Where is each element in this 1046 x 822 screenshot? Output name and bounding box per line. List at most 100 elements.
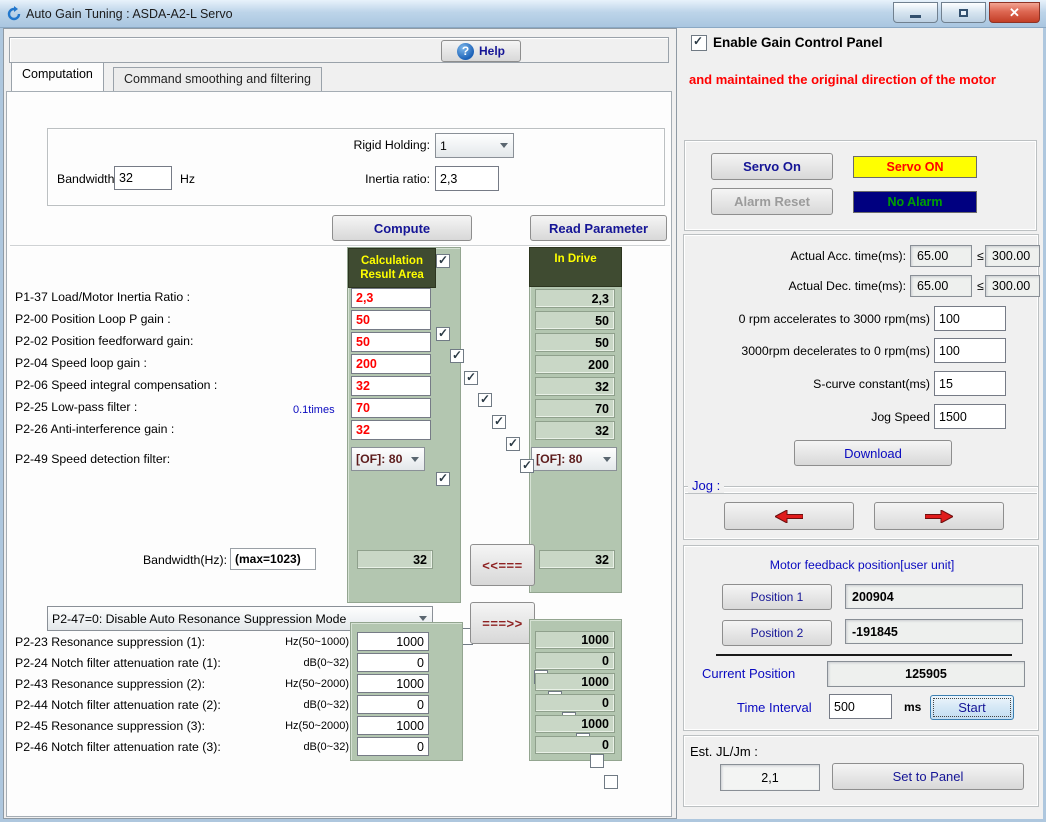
param-calc-input[interactable] [351, 420, 431, 440]
jog-left-button[interactable] [724, 502, 854, 530]
resonance-calc-input[interactable] [357, 653, 429, 672]
dec-limit-value: 300.00 [985, 275, 1040, 297]
jog-right-arrow-icon [925, 510, 953, 523]
help-label: Help [479, 44, 505, 58]
dec-time-label: Actual Dec. time(ms): [684, 279, 906, 293]
compute-button[interactable]: Compute [332, 215, 472, 241]
current-position-label: Current Position [702, 666, 795, 681]
position1-button[interactable]: Position 1 [722, 584, 832, 610]
acc-limit-value: 300.00 [985, 245, 1040, 267]
p2-49-drive-select[interactable]: [OF]: 80 [531, 447, 617, 471]
param-drive-value: 32 [535, 377, 615, 396]
download-button[interactable]: Download [794, 440, 952, 466]
in-drive-header: In Drive [529, 247, 622, 287]
tab-command-smoothing[interactable]: Command smoothing and filtering [113, 67, 322, 91]
copy-to-drive-button[interactable]: ===>> [470, 602, 535, 644]
resonance-range: dB(0~32) [303, 698, 349, 712]
param-checkbox[interactable] [492, 415, 506, 429]
start-button[interactable]: Start [930, 695, 1014, 720]
set-to-panel-button[interactable]: Set to Panel [832, 763, 1024, 790]
accel-input[interactable] [934, 306, 1006, 331]
alarm-status-badge: No Alarm [853, 191, 977, 213]
param-checkbox[interactable] [436, 327, 450, 341]
resonance-calc-input[interactable] [357, 737, 429, 756]
resonance-label: P2-44 Notch filter attenuation rate (2): [15, 698, 221, 712]
le-sign: ≤ [977, 249, 984, 263]
resonance-calc-input[interactable] [357, 695, 429, 714]
resonance-row: P2-23 Resonance suppression (1):Hz(50~10… [15, 635, 349, 649]
param-calc-input[interactable] [351, 310, 431, 330]
bandwidth-calc-value: 32 [357, 550, 433, 569]
param-checkbox[interactable] [478, 393, 492, 407]
param-checkbox[interactable] [464, 371, 478, 385]
param-calc-input[interactable] [351, 398, 431, 418]
p2-49-calc-select[interactable]: [OF]: 80 [351, 447, 425, 471]
resonance-row: P2-24 Notch filter attenuation rate (1):… [15, 656, 349, 670]
close-button[interactable]: ✕ [989, 2, 1040, 23]
resonance-drive-value: 0 [535, 694, 615, 712]
acc-time-value: 65.00 [910, 245, 972, 267]
time-interval-input[interactable] [829, 694, 892, 719]
param-calc-input[interactable] [351, 332, 431, 352]
chevron-down-icon [411, 457, 419, 462]
dec-time-value: 65.00 [910, 275, 972, 297]
close-icon: ✕ [1009, 5, 1020, 21]
copy-to-calc-button[interactable]: <<=== [470, 544, 535, 586]
param-checkbox[interactable] [520, 459, 534, 473]
decel-input[interactable] [934, 338, 1006, 363]
restore-button[interactable] [941, 2, 986, 23]
param-calc-input[interactable] [351, 288, 431, 308]
scurve-label: S-curve constant(ms) [684, 377, 930, 391]
tab-computation[interactable]: Computation [11, 62, 104, 91]
restore-icon [959, 9, 968, 17]
bandwidth-max-note: (max=1023) [230, 548, 316, 570]
enable-gain-label: Enable Gain Control Panel [713, 35, 883, 50]
servo-groupbox: Servo On Servo ON Alarm Reset No Alarm [684, 140, 1037, 231]
resonance-row: P2-46 Notch filter attenuation rate (3):… [15, 740, 349, 754]
minimize-button[interactable] [893, 2, 938, 23]
jog-left-arrow-icon [775, 510, 803, 523]
help-button[interactable]: ? Help [441, 40, 521, 62]
jog-label: Jog : [688, 478, 724, 493]
servo-on-button[interactable]: Servo On [711, 153, 833, 180]
position2-button[interactable]: Position 2 [722, 620, 832, 646]
enable-gain-checkbox[interactable] [691, 35, 707, 51]
bandwidth-input[interactable] [114, 166, 172, 190]
param-drive-value: 50 [535, 311, 615, 330]
app-icon [6, 6, 22, 22]
resonance-drive-value: 1000 [535, 715, 615, 733]
resonance-checkbox[interactable] [590, 754, 604, 768]
inertia-ratio-input[interactable] [435, 166, 499, 191]
jog-speed-input[interactable] [934, 404, 1006, 429]
param-calc-input[interactable] [351, 376, 431, 396]
est-jl-jm-label: Est. JL/Jm : [690, 744, 758, 759]
param-drive-value: 50 [535, 333, 615, 352]
resonance-label: P2-43 Resonance suppression (2): [15, 677, 205, 691]
param-drive-value: 200 [535, 355, 615, 374]
chevron-down-icon [419, 616, 427, 621]
resonance-calc-input[interactable] [357, 632, 429, 651]
resonance-drive-value: 0 [535, 736, 615, 754]
title-bar[interactable]: Auto Gain Tuning : ASDA-A2-L Servo ✕ [0, 0, 1046, 28]
resonance-checkbox[interactable] [604, 775, 618, 789]
param-checkbox[interactable] [506, 437, 520, 451]
resonance-calc-input[interactable] [357, 674, 429, 693]
param-checkbox[interactable] [450, 349, 464, 363]
chevron-down-icon [603, 457, 611, 462]
est-jl-jm-value: 2,1 [720, 764, 820, 791]
scurve-input[interactable] [934, 371, 1006, 396]
help-icon: ? [457, 43, 474, 60]
resonance-label: P2-46 Notch filter attenuation rate (3): [15, 740, 221, 754]
tuning-panel: ? Help Computation Command smoothing and… [3, 28, 677, 819]
param-calc-input[interactable] [351, 354, 431, 374]
rigid-holding-value: 1 [436, 139, 500, 153]
resonance-calc-input[interactable] [357, 716, 429, 735]
calc-header-checkbox[interactable] [436, 254, 450, 268]
rigid-holding-select[interactable]: 1 [435, 133, 514, 158]
alarm-reset-button[interactable]: Alarm Reset [711, 188, 833, 215]
p2-49-label: P2-49 Speed detection filter: [15, 452, 170, 466]
jog-right-button[interactable] [874, 502, 1004, 530]
read-parameter-button[interactable]: Read Parameter [530, 215, 667, 241]
p2-49-calc-value: [OF]: 80 [352, 452, 411, 466]
p2-49-checkbox[interactable] [436, 472, 450, 486]
